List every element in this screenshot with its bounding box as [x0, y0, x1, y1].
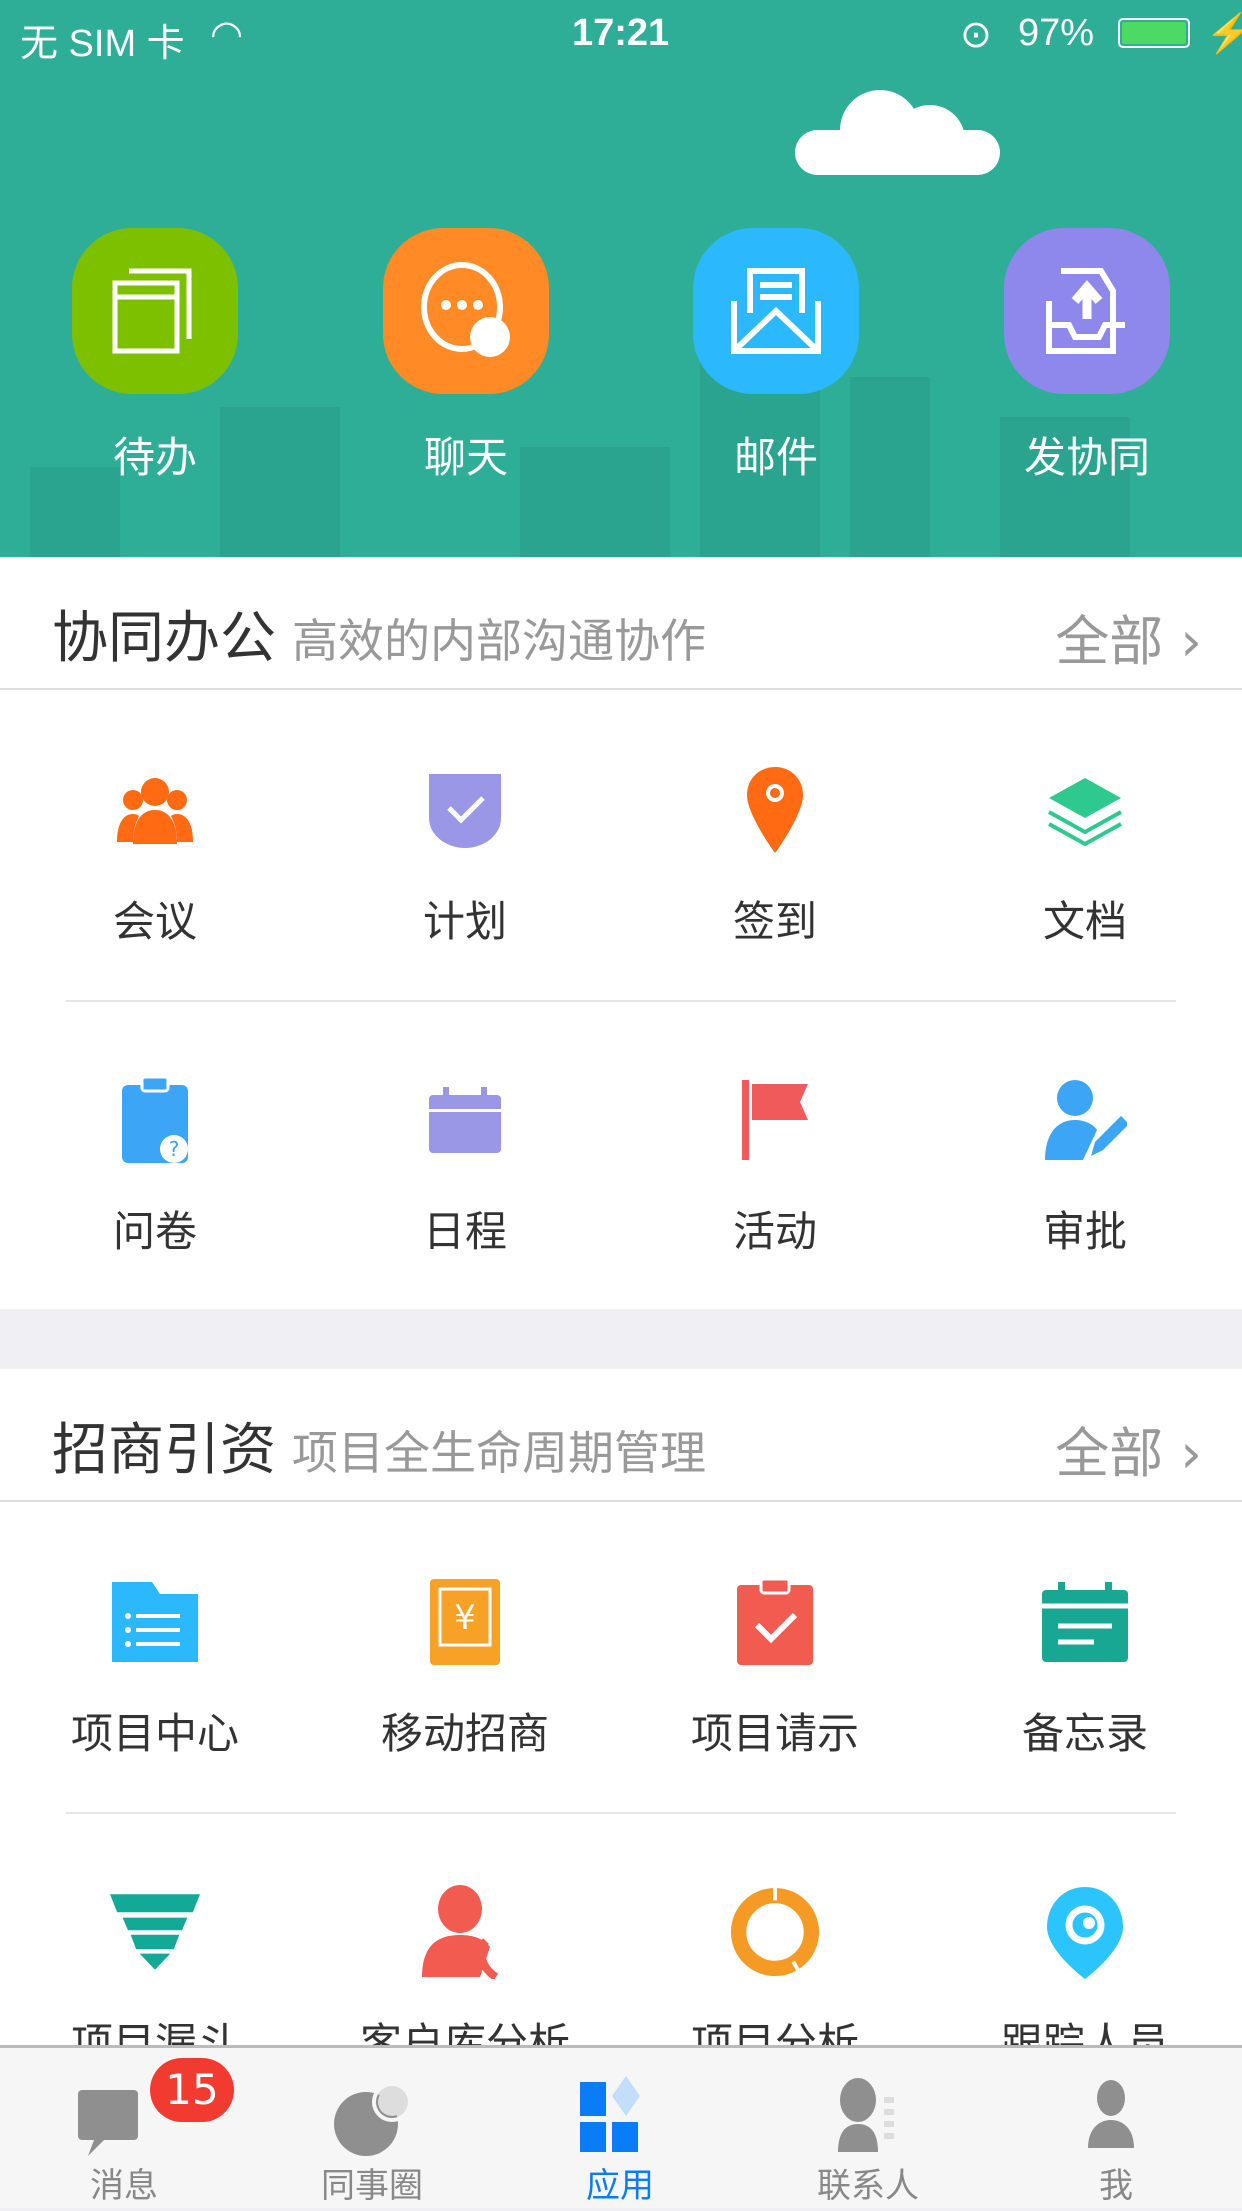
tab-messages[interactable]: 15 消息 [0, 2048, 248, 2211]
apps-grid-icon [580, 2076, 640, 2152]
contact-phone-icon [420, 1885, 510, 1979]
app-docs[interactable]: 文档 [930, 690, 1240, 1000]
view-all-link[interactable]: 全部 › [1055, 1409, 1202, 1488]
section-subtitle: 高效的内部沟通协作 [292, 614, 706, 668]
folder-list-icon [110, 1577, 200, 1667]
flag-icon [730, 1075, 820, 1165]
wifi-icon: ◠ [210, 14, 244, 56]
meeting-icon [110, 765, 200, 855]
survey-clipboard-icon: ? [110, 1075, 200, 1165]
charging-icon: ⚡ [1205, 13, 1242, 55]
quick-action-chat[interactable]: 聊天 [383, 228, 549, 485]
section-title: 协同办公 [52, 606, 276, 671]
app-grid-row: 会议 计划 签到 文档 [0, 690, 1242, 1000]
app-approval[interactable]: 审批 [930, 1000, 1240, 1310]
app-meeting[interactable]: 会议 [0, 690, 310, 1000]
tab-contacts[interactable]: 联系人 [744, 2048, 992, 2211]
app-project-center[interactable]: 项目中心 [0, 1502, 310, 1812]
quick-action-send-collab[interactable]: 发协同 [1004, 228, 1170, 485]
approve-user-icon [1040, 1075, 1130, 1165]
app-grid-row: ? 问卷 日程 活动 审批 [0, 1000, 1242, 1310]
calendar-icon [420, 1075, 510, 1165]
svg-text:?: ? [169, 1137, 180, 1161]
yen-phone-icon: ¥ [420, 1577, 510, 1667]
app-activity[interactable]: 活动 [620, 1000, 930, 1310]
contacts-icon [838, 2078, 894, 2152]
memo-calendar-icon [1040, 1577, 1130, 1667]
quick-action-todo[interactable]: 待办 [72, 228, 238, 485]
windows-icon [72, 228, 238, 394]
app-survey[interactable]: ? 问卷 [0, 1000, 310, 1310]
app-mobile-investment[interactable]: ¥ 移动招商 [310, 1502, 620, 1812]
tab-bar: 15 消息 同事圈 应用 联系人 我 [0, 2045, 1242, 2208]
section-collab-office: 协同办公 高效的内部沟通协作 全部 › 会议 计划 签到 文档 ? 问卷 日程 活动… [0, 557, 1242, 1309]
view-all-link[interactable]: 全部 › [1055, 597, 1202, 676]
chevron-right-icon: › [1180, 610, 1202, 673]
app-memo[interactable]: 备忘录 [930, 1502, 1240, 1812]
carrier: 无 SIM 卡 [20, 23, 185, 65]
send-inbox-icon [1004, 228, 1170, 394]
colleague-circle-icon [334, 2082, 412, 2156]
app-plan[interactable]: 计划 [310, 690, 620, 1000]
app-schedule[interactable]: 日程 [310, 1000, 620, 1310]
mail-icon [693, 228, 859, 394]
chat-icon [383, 228, 549, 394]
section-investment: 招商引资 项目全生命周期管理 全部 › 项目中心 ¥ 移动招商 项目请示 备忘录 项… [0, 1369, 1242, 2068]
funnel-icon [110, 1887, 200, 1977]
section-header: 招商引资 项目全生命周期管理 全部 › [0, 1369, 1242, 1502]
header-banner: 无 SIM 卡 ◠ 17:21 ⊙ 97% ⚡ 待办 聊天 邮件 发协同 [0, 0, 1242, 557]
user-icon [1088, 2080, 1134, 2148]
location-pin-icon [730, 765, 820, 855]
tab-me[interactable]: 我 [992, 2048, 1240, 2211]
tab-colleague-circle[interactable]: 同事圈 [248, 2048, 496, 2211]
layers-icon [1040, 765, 1130, 855]
svg-text:¥: ¥ [454, 1598, 476, 1638]
section-title: 招商引资 [52, 1418, 276, 1483]
app-project-request[interactable]: 项目请示 [620, 1502, 930, 1812]
rotation-lock-icon: ⊙ [960, 14, 992, 56]
app-grid-row: 项目中心 ¥ 移动招商 项目请示 备忘录 [0, 1502, 1242, 1812]
clock: 17:21 [572, 12, 670, 54]
app-checkin[interactable]: 签到 [620, 690, 930, 1000]
tab-apps[interactable]: 应用 [496, 2048, 744, 2211]
section-header: 协同办公 高效的内部沟通协作 全部 › [0, 557, 1242, 690]
chevron-right-icon: › [1180, 1422, 1202, 1485]
unread-badge: 15 [150, 2058, 234, 2122]
quick-action-mail[interactable]: 邮件 [693, 228, 859, 485]
plan-shield-icon [420, 765, 510, 855]
eye-pin-icon [1040, 1887, 1130, 1979]
battery-percent: 97% [1018, 12, 1095, 54]
check-clipboard-icon [730, 1577, 820, 1667]
status-bar: 无 SIM 卡 ◠ 17:21 ⊙ 97% ⚡ [0, 0, 1242, 70]
battery-icon [1118, 18, 1190, 48]
donut-icon [730, 1887, 820, 1977]
section-subtitle: 项目全生命周期管理 [292, 1426, 706, 1480]
